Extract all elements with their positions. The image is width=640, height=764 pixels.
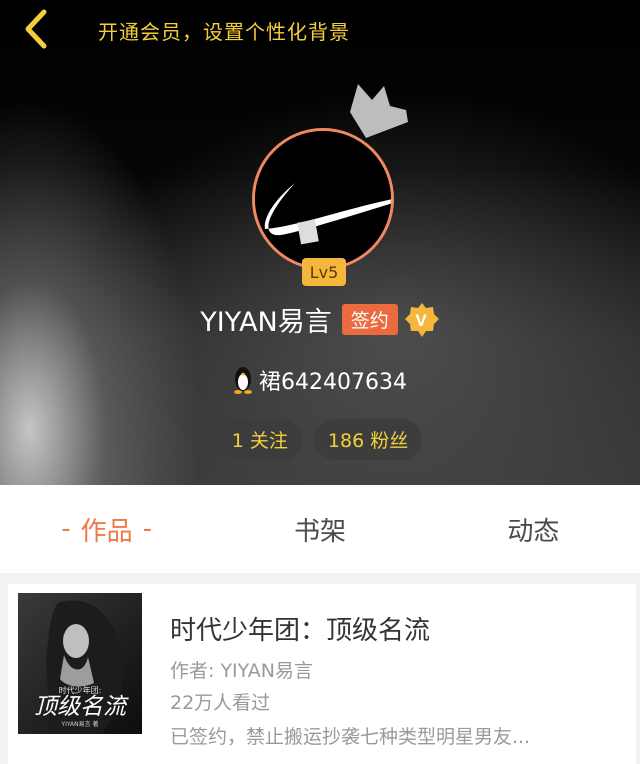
level-badge: Lv5	[302, 258, 346, 286]
tab-activity[interactable]: 动态	[427, 485, 640, 573]
avatar-image	[255, 131, 391, 267]
crown-icon	[350, 84, 408, 138]
signed-badge: 签约	[341, 304, 398, 335]
back-button[interactable]	[18, 8, 58, 50]
cover-title: 顶级名流	[34, 694, 129, 720]
tab-indicator-dash: -	[61, 514, 71, 544]
followers-count[interactable]: 186 粉丝	[313, 419, 423, 460]
profile-header: 开通会员，设置个性化背景 Lv5 YIYAN易言 签约 V 裙642407634…	[0, 0, 640, 485]
book-author: 作者: YIYAN易言	[170, 660, 313, 682]
tab-indicator-dash: -	[142, 514, 153, 544]
qq-group-number: 裙642407634	[259, 370, 407, 395]
tab-bookshelf-label: 书架	[293, 516, 346, 547]
following-count[interactable]: 1 关注	[217, 419, 302, 460]
profile-tabs: - 作品 - 书架 动态	[0, 485, 640, 573]
verified-v-icon: V	[404, 302, 439, 337]
book-card[interactable]: 时代少年团: 顶级名流 YIYAN易言 著 时代少年团：顶级名流 作者: YIY…	[8, 584, 636, 764]
svg-text:V: V	[415, 311, 427, 330]
book-cover-image: 时代少年团: 顶级名流 YIYAN易言 著	[18, 593, 142, 734]
tab-bookshelf[interactable]: 书架	[213, 485, 426, 573]
tab-activity-label: 动态	[507, 516, 560, 547]
avatar[interactable]	[252, 128, 394, 270]
username: YIYAN易言	[200, 307, 332, 338]
vip-background-link[interactable]: 开通会员，设置个性化背景	[98, 16, 350, 45]
chevron-left-icon	[25, 9, 47, 49]
book-views: 22万人看过	[170, 692, 271, 714]
book-title[interactable]: 时代少年团：顶级名流	[170, 610, 430, 647]
cover-author: YIYAN易言 著	[60, 720, 98, 728]
qq-group-row: 裙642407634	[0, 364, 640, 396]
tab-works[interactable]: - 作品 -	[0, 485, 213, 573]
book-cover[interactable]: 时代少年团: 顶级名流 YIYAN易言 著	[18, 593, 142, 734]
tab-works-label: 作品	[80, 516, 133, 547]
stats-row: 1 关注 186 粉丝	[0, 419, 640, 460]
book-description: 已签约，禁止搬运抄袭七种类型明星男友...	[170, 726, 531, 748]
penguin-icon	[234, 367, 252, 394]
name-row: YIYAN易言 签约 V	[0, 300, 640, 339]
